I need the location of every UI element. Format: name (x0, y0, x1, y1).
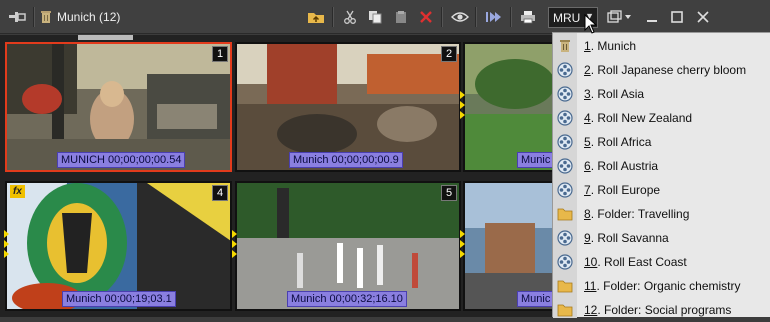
minimize-icon[interactable] (640, 6, 664, 28)
mru-menu-item-label: 6. Roll Austria (584, 159, 659, 173)
bin-icon (557, 38, 573, 54)
in-marker (460, 111, 465, 119)
clip-timecode: MUNICH 00;00;00;00.54 (57, 152, 186, 168)
in-marker (460, 230, 465, 238)
window-menu-icon[interactable] (603, 6, 637, 28)
clip-thumbnail-4[interactable]: fx 4 Munich 00;00;19;03.1 (5, 181, 232, 311)
mru-menu-item-label: 2. Roll Japanese cherry bloom (584, 63, 747, 77)
clip-timecode: Munich 00;00;32;16.10 (287, 291, 407, 307)
delete-icon[interactable] (414, 6, 438, 28)
mru-menu-item-label: 3. Roll Asia (584, 87, 645, 101)
eye-icon[interactable] (448, 6, 472, 28)
mru-menu-item-label: 8. Folder: Travelling (584, 207, 690, 221)
print-icon[interactable] (516, 6, 540, 28)
mru-menu-item-label: 5. Roll Africa (584, 135, 652, 149)
clip-thumbnail-5[interactable]: 5 Munich 00;00;32;16.10 (235, 181, 461, 311)
scroll-tab[interactable] (78, 35, 133, 40)
toolbar-divider (510, 7, 512, 27)
bin-toolbar: Munich (12) MRU ▼ (0, 0, 770, 34)
reel-icon (557, 158, 573, 174)
toolbar-divider (475, 7, 477, 27)
bin-title: Munich (12) (57, 10, 121, 24)
folder-icon (557, 278, 573, 294)
paste-icon[interactable] (389, 6, 413, 28)
clip-timecode: Munic (517, 152, 555, 168)
cut-icon[interactable] (338, 6, 362, 28)
clip-thumbnail-2[interactable]: 2 Munich 00;00;00;00.9 (235, 42, 461, 172)
in-marker (4, 240, 9, 248)
toolbar-divider (332, 7, 334, 27)
reel-icon (557, 110, 573, 126)
clip-timecode: Munic (517, 291, 555, 307)
trash-icon (34, 6, 58, 28)
mru-menu-item-label: 4. Roll New Zealand (584, 111, 693, 125)
mru-menu-item[interactable]: 7. Roll Europe (553, 178, 770, 202)
mru-menu-item[interactable]: 11. Folder: Organic chemistry (553, 274, 770, 298)
mru-menu-item-label: 10. Roll East Coast (584, 255, 687, 269)
mru-menu-item-label: 11. Folder: Organic chemistry (584, 279, 741, 293)
mru-menu-item[interactable]: 3. Roll Asia (553, 82, 770, 106)
mru-menu-item-label: 9. Roll Savanna (584, 231, 669, 245)
in-marker (232, 240, 237, 248)
mru-menu-item-label: 12. Folder: Social programs (584, 303, 732, 317)
clip-thumbnail-1[interactable]: 1 MUNICH 00;00;00;00.54 (5, 42, 232, 172)
clip-number: 2 (441, 46, 457, 62)
close-icon[interactable] (691, 6, 715, 28)
mru-menu-item[interactable]: 5. Roll Africa (553, 130, 770, 154)
in-marker (4, 250, 9, 258)
mouse-cursor-icon (584, 14, 598, 34)
folder-icon (557, 206, 573, 222)
copy-icon[interactable] (363, 6, 387, 28)
reel-icon (557, 230, 573, 246)
clip-timecode: Munich 00;00;19;03.1 (62, 291, 176, 307)
maximize-icon[interactable] (665, 6, 689, 28)
in-marker (460, 91, 465, 99)
in-marker (460, 240, 465, 248)
clip-grid: 1 MUNICH 00;00;00;00.54 2 Munich 00;00;0… (0, 35, 558, 317)
pin-icon[interactable] (6, 6, 30, 28)
mru-menu-item[interactable]: 9. Roll Savanna (553, 226, 770, 250)
reel-icon (557, 182, 573, 198)
reel-icon (557, 86, 573, 102)
in-marker (460, 101, 465, 109)
fx-badge: fx (10, 185, 25, 198)
reel-icon (557, 254, 573, 270)
folder-up-icon[interactable] (304, 6, 328, 28)
mru-menu-item[interactable]: 8. Folder: Travelling (553, 202, 770, 226)
clip-thumbnail-3[interactable]: Munic (463, 42, 558, 172)
in-marker (232, 230, 237, 238)
mru-menu-item[interactable]: 4. Roll New Zealand (553, 106, 770, 130)
clip-thumbnail-6[interactable]: Munic (463, 181, 558, 311)
clip-number: 5 (441, 185, 457, 201)
mru-menu-item[interactable]: 12. Folder: Social programs (553, 298, 770, 322)
mru-menu-item-label: 7. Roll Europe (584, 183, 661, 197)
clip-number: 4 (212, 185, 228, 201)
clip-timecode: Munich 00;00;00;00.9 (289, 152, 403, 168)
mru-menu-item-label: 1. Munich (584, 39, 637, 53)
folder-icon (557, 302, 573, 318)
mru-menu-item[interactable]: 6. Roll Austria (553, 154, 770, 178)
clip-number: 1 (212, 46, 228, 62)
reel-icon (557, 134, 573, 150)
reel-icon (557, 62, 573, 78)
mru-menu: 1. Munich 2. Roll Japanese cherry bloom 3.… (552, 32, 770, 318)
toolbar-divider (441, 7, 443, 27)
in-marker (232, 250, 237, 258)
mru-label: MRU (553, 11, 581, 25)
mru-menu-item[interactable]: 1. Munich (553, 34, 770, 58)
in-marker (4, 230, 9, 238)
mru-menu-item[interactable]: 2. Roll Japanese cherry bloom (553, 58, 770, 82)
in-marker (460, 250, 465, 258)
mru-menu-item[interactable]: 10. Roll East Coast (553, 250, 770, 274)
play-icon[interactable] (482, 6, 506, 28)
